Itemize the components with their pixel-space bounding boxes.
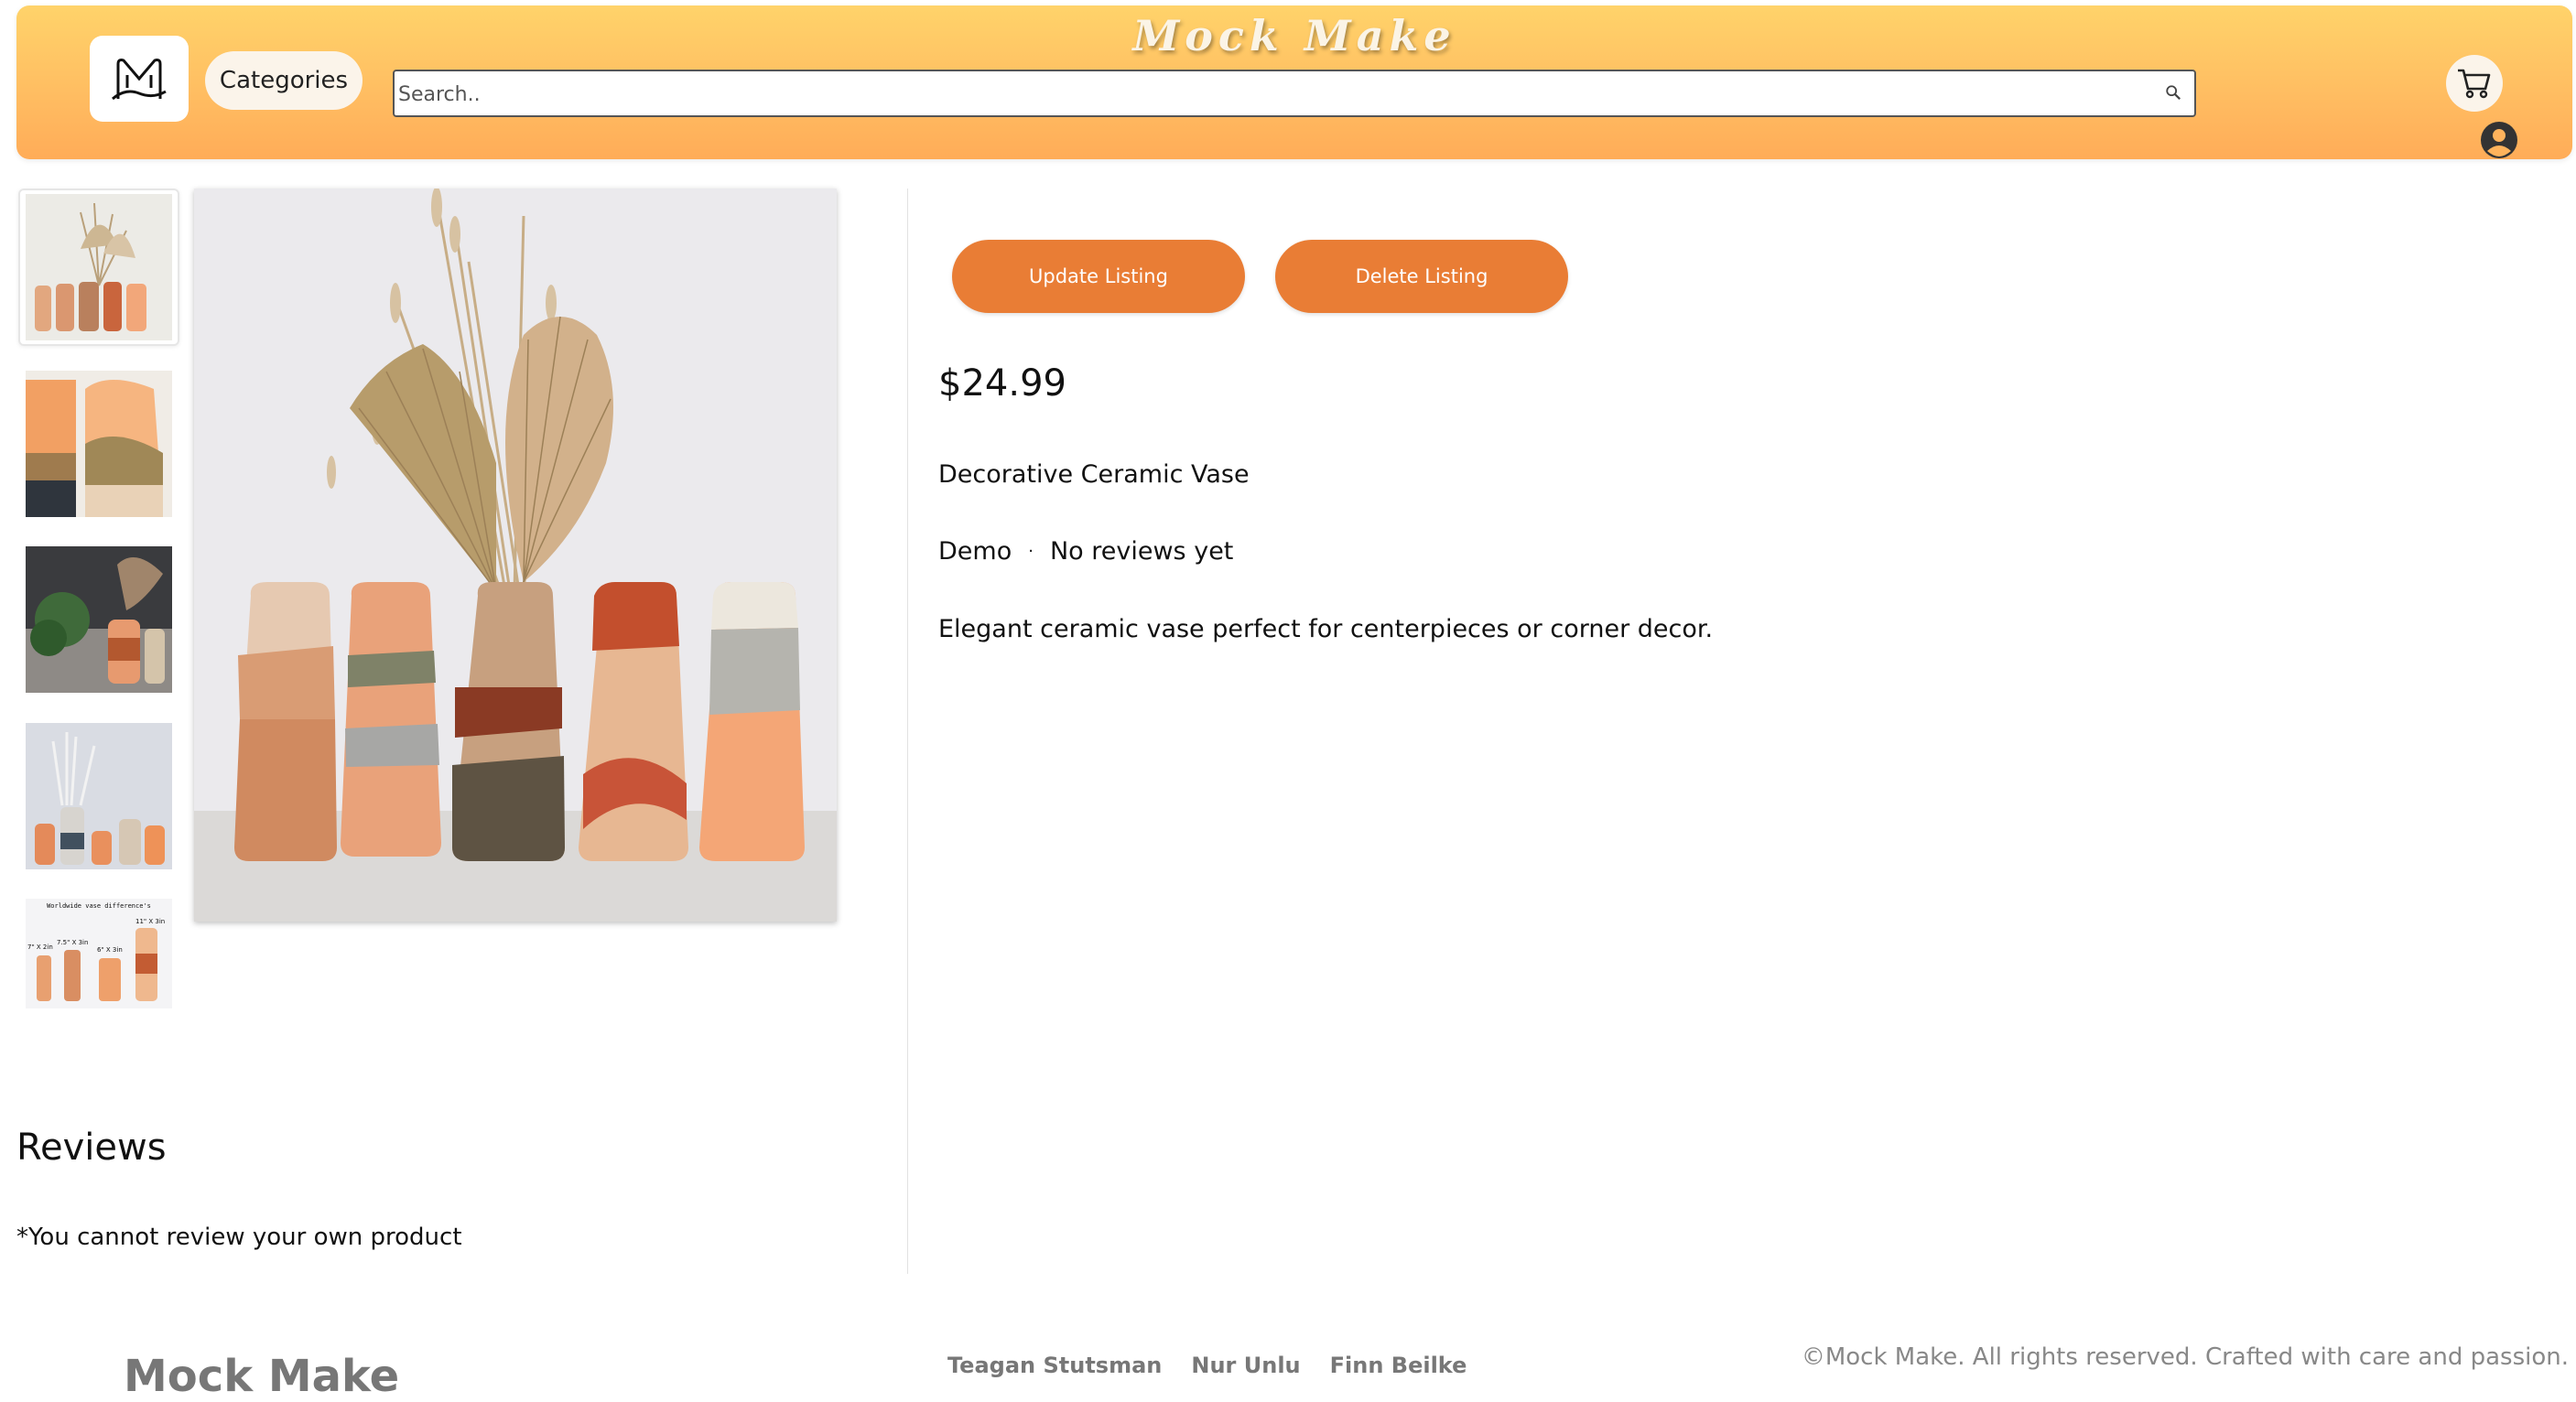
thumbnail-image (26, 723, 172, 869)
thumbnail-1[interactable] (18, 189, 179, 346)
product-price: $24.99 (938, 362, 1066, 404)
home-logo-button[interactable] (90, 36, 189, 122)
credit-link[interactable]: Finn Beilke (1330, 1353, 1467, 1378)
size-label: 11" X 3in (135, 918, 165, 925)
review-restriction-note: *You cannot review your own product (16, 1224, 462, 1251)
search-input[interactable] (396, 71, 2139, 117)
main-product-image[interactable] (194, 189, 837, 922)
thumbnail-image (26, 194, 172, 340)
account-icon[interactable] (2479, 120, 2519, 160)
product-title: Decorative Ceramic Vase (938, 460, 1250, 489)
thumbnail-image (26, 546, 172, 693)
review-status: No reviews yet (1049, 537, 1234, 566)
categories-button[interactable]: Categories (205, 51, 363, 110)
credit-link[interactable]: Teagan Stutsman (947, 1353, 1162, 1378)
search-icon[interactable] (2165, 84, 2181, 101)
product-meta: Demo · No reviews yet (938, 537, 1233, 566)
cart-button[interactable] (2446, 55, 2503, 112)
shopping-cart-icon (2458, 69, 2491, 99)
meta-separator: · (1028, 542, 1034, 561)
thumbnail-image: Worldwide vase difference's 7" X 2in 7.5… (26, 899, 172, 1008)
thumbnail-2[interactable] (18, 365, 179, 523)
delete-listing-button[interactable]: Delete Listing (1275, 240, 1568, 313)
thumbnail-5[interactable]: Worldwide vase difference's 7" X 2in 7.5… (18, 893, 179, 1014)
product-description: Elegant ceramic vase perfect for centerp… (938, 615, 1714, 643)
seller-name[interactable]: Demo (938, 537, 1012, 566)
footer-copyright: ©Mock Make. All rights reserved. Crafted… (1801, 1343, 2569, 1371)
size-chart-heading: Worldwide vase difference's (47, 902, 151, 910)
site-header: Mock Make Categories (16, 5, 2572, 159)
thumbnail-3[interactable] (18, 541, 179, 698)
reviews-heading: Reviews (16, 1127, 167, 1169)
column-divider (907, 189, 908, 1274)
m-logo-icon (112, 59, 167, 101)
footer-brand: Mock Make (124, 1351, 400, 1402)
size-label: 7.5" X 3in (57, 939, 88, 946)
thumbnail-image (26, 371, 172, 517)
vase-set-image (194, 189, 837, 922)
footer-credits: Teagan Stutsman Nur Unlu Finn Beilke (947, 1353, 1467, 1378)
thumbnail-4[interactable] (18, 717, 179, 875)
update-listing-button[interactable]: Update Listing (952, 240, 1245, 313)
search-bar (393, 70, 2196, 117)
size-label: 7" X 2in (27, 944, 53, 951)
credit-link[interactable]: Nur Unlu (1191, 1353, 1300, 1378)
site-title: Mock Make (1132, 11, 1456, 60)
size-label: 6" X 3in (97, 946, 123, 954)
